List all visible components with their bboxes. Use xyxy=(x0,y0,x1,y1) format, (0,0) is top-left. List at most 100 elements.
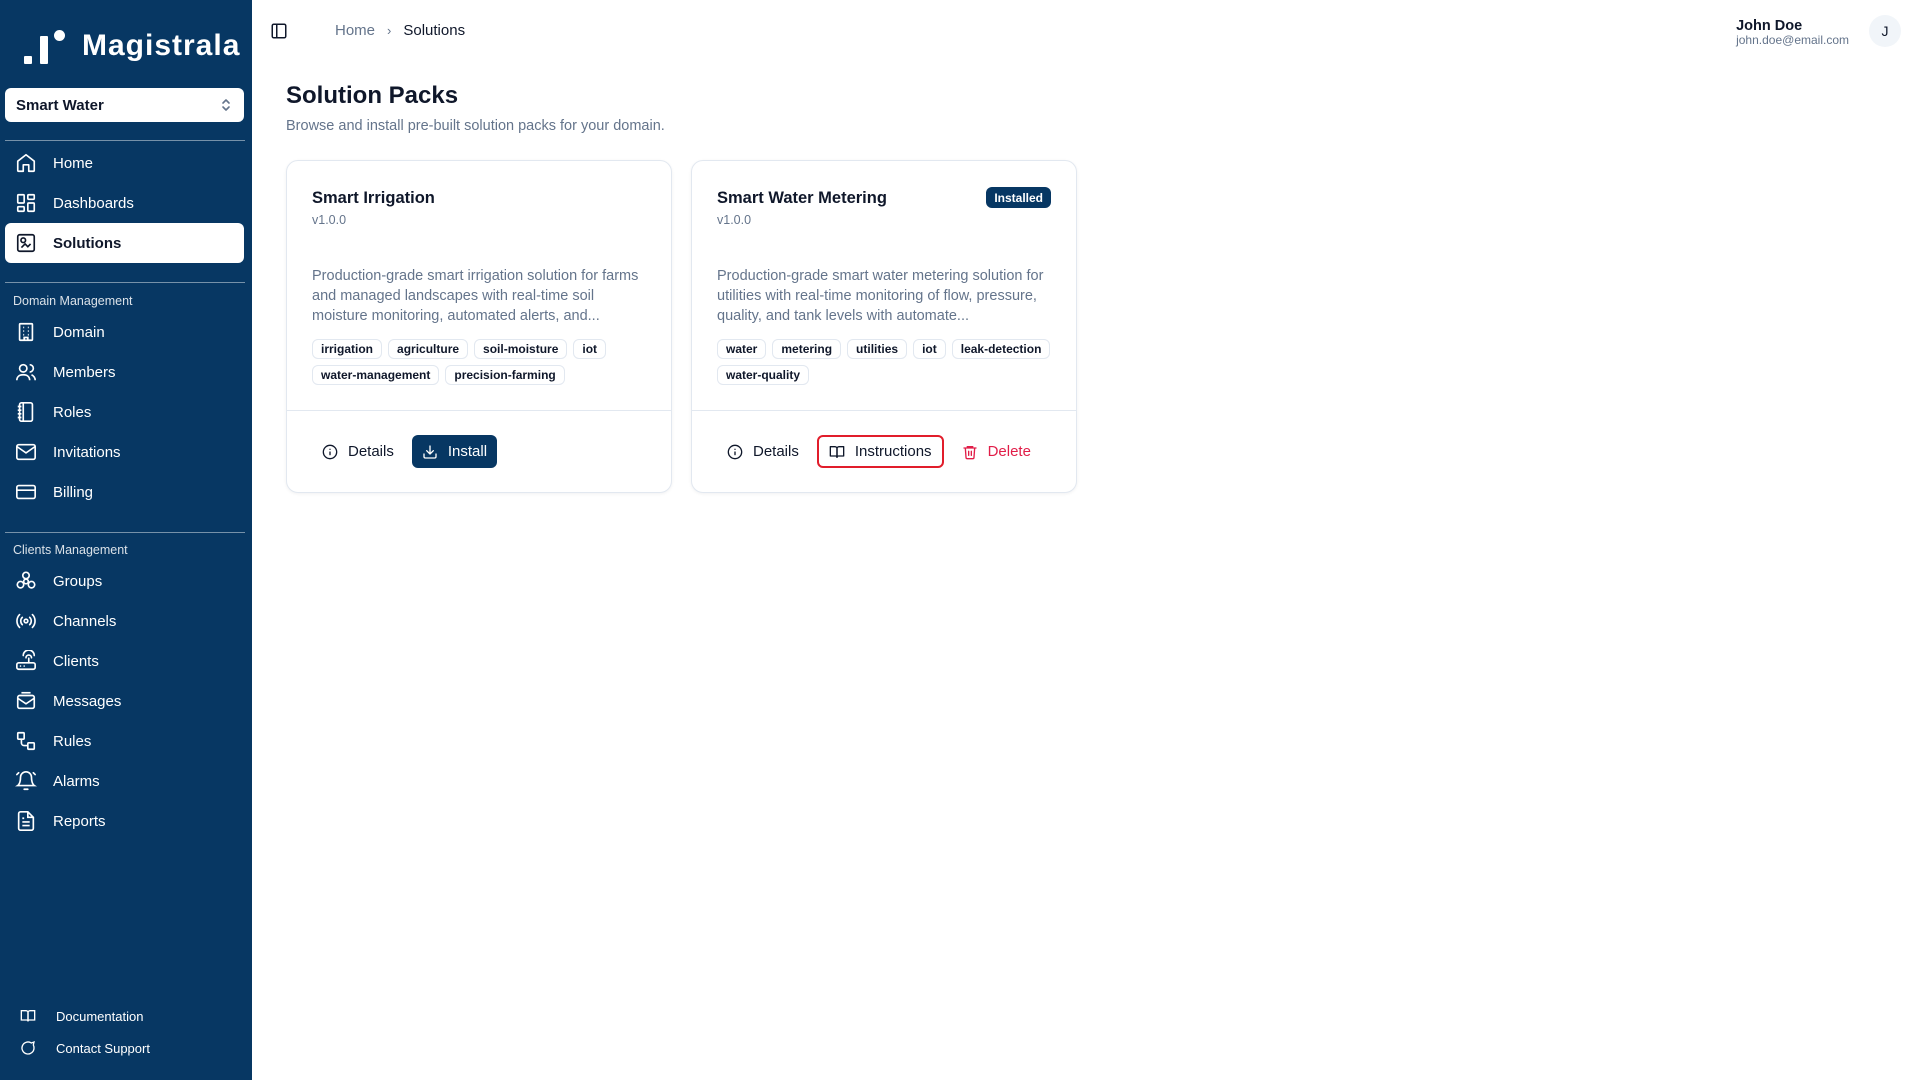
delete-label: Delete xyxy=(987,443,1031,460)
card-divider xyxy=(692,410,1076,411)
sidebar-item-label: Members xyxy=(53,363,116,381)
page-title: Solution Packs xyxy=(286,82,459,109)
sidebar-item-home[interactable]: Home xyxy=(5,143,244,183)
domain-selector-value: Smart Water xyxy=(16,96,104,114)
sidebar-item-label: Invitations xyxy=(53,443,121,461)
building-icon xyxy=(14,320,38,344)
sidebar-divider xyxy=(5,532,245,533)
instructions-label: Instructions xyxy=(854,443,932,460)
avatar[interactable]: J xyxy=(1869,15,1901,47)
contact-support-link[interactable]: Contact Support xyxy=(5,1032,244,1064)
card-tags: water metering utilities iot leak-detect… xyxy=(717,339,1057,385)
sidebar-item-roles[interactable]: Roles xyxy=(5,392,244,432)
groups-icon xyxy=(14,569,38,593)
instructions-button[interactable]: Instructions xyxy=(816,435,944,468)
tag: iot xyxy=(913,339,946,359)
sidebar-item-domain[interactable]: Domain xyxy=(5,312,244,352)
logo[interactable]: Magistrala xyxy=(24,28,240,64)
domain-selector[interactable]: Smart Water xyxy=(5,88,244,122)
sidebar-item-billing[interactable]: Billing xyxy=(5,472,244,512)
footer-item-label: Documentation xyxy=(56,1008,144,1024)
breadcrumb-home[interactable]: Home xyxy=(335,22,375,39)
sidebar-item-messages[interactable]: Messages xyxy=(5,681,244,721)
sidebar-item-rules[interactable]: Rules xyxy=(5,721,244,761)
book-open-icon xyxy=(829,445,845,458)
documentation-link[interactable]: Documentation xyxy=(5,1000,244,1032)
sidebar: Magistrala Smart Water Home Dashboards S… xyxy=(0,0,252,1080)
workflow-icon xyxy=(14,729,38,753)
info-icon xyxy=(727,444,743,459)
user-info[interactable]: John Doe john.doe@email.com xyxy=(1736,18,1849,47)
tag: water xyxy=(717,339,767,359)
info-icon xyxy=(322,444,338,459)
sidebar-divider xyxy=(5,140,245,141)
solution-card-smart-water-metering: Smart Water Metering Installed v1.0.0 Pr… xyxy=(691,160,1077,493)
user-name: John Doe xyxy=(1736,18,1803,34)
logo-icon xyxy=(24,28,70,64)
breadcrumb-current: Solutions xyxy=(403,22,466,39)
sidebar-item-label: Billing xyxy=(53,483,94,501)
sidebar-item-dashboards[interactable]: Dashboards xyxy=(5,183,244,223)
router-icon xyxy=(14,649,38,673)
tag: leak-detection xyxy=(951,339,1051,359)
delete-button[interactable]: Delete xyxy=(952,435,1041,468)
solutions-icon xyxy=(14,231,38,255)
install-label: Install xyxy=(447,443,488,460)
mail-open-icon xyxy=(14,689,38,713)
sidebar-item-groups[interactable]: Groups xyxy=(5,561,244,601)
notebook-icon xyxy=(14,400,38,424)
sidebar-item-label: Reports xyxy=(53,812,106,830)
details-label: Details xyxy=(753,443,799,460)
tag: metering xyxy=(772,339,842,359)
sidebar-item-invitations[interactable]: Invitations xyxy=(5,432,244,472)
sidebar-item-alarms[interactable]: Alarms xyxy=(5,761,244,801)
sidebar-item-label: Rules xyxy=(53,732,92,750)
install-button[interactable]: Install xyxy=(411,435,498,468)
sidebar-item-reports[interactable]: Reports xyxy=(5,801,244,841)
trash-icon xyxy=(962,445,977,459)
tag: agriculture xyxy=(388,339,469,359)
main-nav: Home Dashboards Solutions xyxy=(5,143,244,263)
sidebar-item-clients[interactable]: Clients xyxy=(5,641,244,681)
card-description: Production-grade smart irrigation soluti… xyxy=(312,268,639,324)
home-icon xyxy=(14,151,38,175)
sidebar-item-label: Domain xyxy=(53,323,105,341)
sidebar-item-label: Dashboards xyxy=(53,194,134,212)
card-version: v1.0.0 xyxy=(717,213,752,227)
footer-item-label: Contact Support xyxy=(56,1040,150,1056)
bell-icon xyxy=(14,769,38,793)
sidebar-divider xyxy=(5,282,245,283)
sidebar-item-channels[interactable]: Channels xyxy=(5,601,244,641)
details-button[interactable]: Details xyxy=(312,435,404,468)
book-icon xyxy=(20,1007,38,1025)
tag: water-quality xyxy=(717,365,810,385)
dashboard-icon xyxy=(14,191,38,215)
sidebar-footer: Documentation Contact Support xyxy=(5,1000,244,1064)
card-tags: irrigation agriculture soil-moisture iot… xyxy=(312,339,652,385)
card-divider xyxy=(287,410,671,411)
sidebar-toggle-icon[interactable] xyxy=(270,22,288,40)
card-actions: Details Instructions Delete xyxy=(717,435,1041,468)
tag: water-management xyxy=(312,365,440,385)
file-text-icon xyxy=(14,809,38,833)
sidebar-item-label: Messages xyxy=(53,692,122,710)
domain-nav: Domain Members Roles Invitations Billing xyxy=(5,312,244,512)
sidebar-item-solutions[interactable]: Solutions xyxy=(5,223,244,263)
breadcrumb: Home › Solutions xyxy=(335,22,465,39)
card-title: Smart Irrigation xyxy=(312,189,435,207)
users-icon xyxy=(14,360,38,384)
tag: iot xyxy=(573,339,607,359)
details-label: Details xyxy=(348,443,394,460)
sidebar-item-label: Channels xyxy=(53,612,117,630)
mail-icon xyxy=(14,440,38,464)
clients-nav: Groups Channels Clients Messages Rules A… xyxy=(5,561,244,841)
tag: utilities xyxy=(847,339,908,359)
user-email: john.doe@email.com xyxy=(1736,33,1849,47)
tag: precision-farming xyxy=(445,365,565,385)
solution-card-smart-irrigation: Smart Irrigation v1.0.0 Production-grade… xyxy=(286,160,672,493)
sidebar-item-members[interactable]: Members xyxy=(5,352,244,392)
details-button[interactable]: Details xyxy=(717,435,809,468)
chevrons-up-down-icon xyxy=(222,99,230,111)
sidebar-item-label: Solutions xyxy=(53,234,122,252)
sidebar-item-label: Roles xyxy=(53,403,92,421)
